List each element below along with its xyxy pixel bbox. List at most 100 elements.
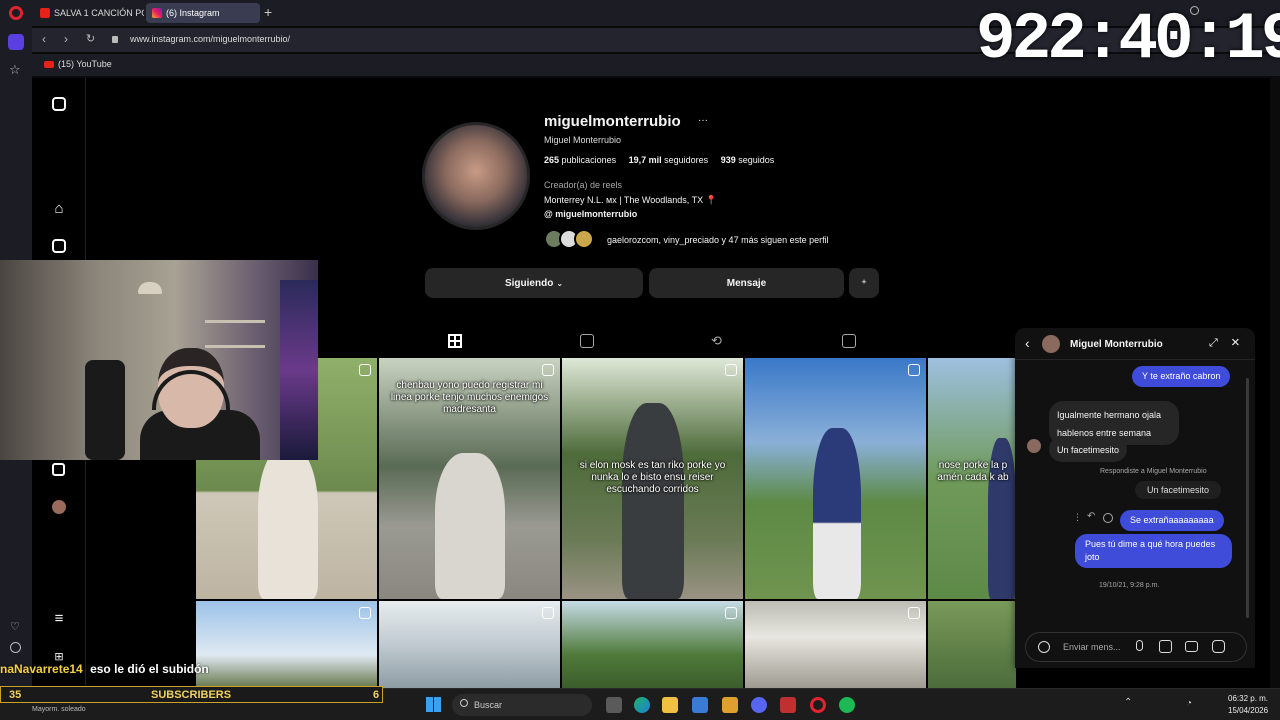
avatar[interactable] (1042, 335, 1060, 353)
task-view-icon[interactable] (606, 697, 622, 713)
post-tile-10[interactable] (928, 601, 1016, 688)
post-person (258, 448, 318, 599)
reel-icon (908, 607, 920, 619)
chevron-up-icon[interactable]: ⌃ (1124, 697, 1132, 708)
emoji-icon[interactable] (1038, 641, 1050, 653)
reels-icon[interactable] (50, 237, 68, 255)
gif-icon[interactable] (1185, 641, 1198, 652)
profile-avatar[interactable] (50, 498, 68, 516)
menu-icon[interactable]: ≡ (50, 610, 68, 628)
instagram-icon[interactable] (50, 95, 68, 113)
expand-icon[interactable]: ⤢ (1209, 337, 1218, 350)
home-icon[interactable] (8, 34, 24, 50)
post-tile-7[interactable] (379, 601, 560, 688)
file-explorer-icon[interactable] (662, 697, 678, 713)
image-icon[interactable] (1159, 640, 1172, 653)
back-icon[interactable]: ‹ (1025, 335, 1030, 351)
history-icon[interactable] (10, 642, 21, 653)
following-label[interactable]: seguidos (738, 155, 774, 165)
taskbar-time[interactable]: 06:32 p. m. (1228, 694, 1268, 703)
opera-icon[interactable] (810, 697, 826, 713)
message-bubble-received[interactable]: Un facetimesito (1049, 436, 1128, 462)
message-button[interactable]: Mensaje (649, 268, 844, 298)
sub-count-left: 35 (9, 689, 22, 701)
reel-icon (908, 364, 920, 376)
close-icon[interactable]: × (1231, 334, 1240, 351)
heart-icon[interactable]: ♡ (10, 620, 20, 633)
stream-chat-message: naNavarrete14 eso le dió el subidón (0, 662, 209, 680)
message-input[interactable]: Enviar mens... (1063, 642, 1121, 652)
star-icon[interactable]: ☆ (9, 62, 21, 78)
webcam-chair (85, 360, 125, 460)
emoji-react-icon[interactable] (1103, 513, 1113, 523)
bookmark-youtube[interactable]: (15) YouTube (44, 59, 112, 69)
reposts-tab-icon[interactable]: ⟲ (711, 333, 722, 349)
tab-instagram[interactable]: (6) Instagram (146, 3, 260, 23)
youtube-icon (44, 60, 54, 68)
network-icon[interactable]: ◔ (1186, 698, 1192, 709)
tagged-tab-icon[interactable] (842, 334, 856, 348)
following-count[interactable]: 939 (721, 155, 736, 165)
chat-title[interactable]: Miguel Monterrubio (1070, 339, 1163, 350)
reload-icon[interactable]: ↻ (86, 32, 95, 45)
spotify-icon[interactable] (839, 697, 855, 713)
home-icon[interactable]: ⌂ (50, 200, 68, 218)
post-tile-3[interactable]: si elon mosk es tan riko porke yo nunka … (562, 358, 743, 599)
tab-youtube[interactable]: SALVA 1 CANCIÓN POR C (34, 3, 144, 23)
windows-start-icon[interactable] (426, 697, 441, 712)
threads-icon: @ (544, 209, 556, 219)
post-tile-4[interactable] (745, 358, 926, 599)
url-field[interactable]: www.instagram.com/miguelmonterrubio/ (130, 34, 290, 44)
reel-icon (725, 607, 737, 619)
posts-count: 265 (544, 155, 560, 165)
followers-count[interactable]: 19,7 mil (629, 155, 662, 165)
microphone-icon[interactable] (1136, 640, 1143, 651)
reels-tab-icon[interactable] (580, 334, 594, 348)
post-person (622, 403, 684, 599)
sub-label: SUBSCRIBERS (151, 689, 232, 701)
sticker-icon[interactable] (1212, 640, 1225, 653)
post-tile-5[interactable]: nose porke la p amén cada k ab (928, 358, 1016, 599)
store-icon[interactable] (692, 697, 708, 713)
sub-count-right: 6 (373, 689, 380, 701)
profile-avatar[interactable] (422, 122, 530, 230)
reel-icon (359, 607, 371, 619)
app-icon[interactable] (780, 697, 796, 713)
new-tab-button[interactable]: + (264, 4, 272, 20)
followed-by-text[interactable]: gaelorozcom, viny_preciado y 47 más sigu… (607, 235, 829, 245)
dashboard-icon[interactable] (50, 461, 68, 479)
add-person-button[interactable]: ⁺ (849, 268, 879, 298)
reply-icon[interactable]: ↶ (1087, 511, 1095, 522)
discord-icon[interactable] (751, 697, 767, 713)
posts-grid-tab[interactable] (448, 334, 462, 348)
edge-icon[interactable] (634, 697, 650, 713)
threads-link[interactable]: @ miguelmonterrubio (544, 209, 637, 219)
profile-display-name: Miguel Monterrubio (544, 135, 622, 145)
more-options-icon[interactable]: ··· (698, 115, 708, 126)
opera-logo-icon[interactable] (9, 6, 23, 20)
chat-scrollbar[interactable] (1246, 378, 1249, 618)
followers-label[interactable]: seguidores (664, 155, 708, 165)
weather-text[interactable]: Mayorm. soleado (32, 706, 86, 713)
post-tile-9[interactable] (745, 601, 926, 688)
youtube-icon (40, 8, 50, 18)
post-caption: si elon mosk es tan riko porke yo nunka … (579, 460, 726, 495)
profile-stats: 265 publicaciones 19,7 mil seguidores 93… (544, 155, 774, 165)
post-tile-2[interactable]: chenbau yono puedo registrar mi linea po… (379, 358, 560, 599)
post-person (813, 428, 861, 599)
message-bubble-sent[interactable]: Se extrañaaaaaaaaa (1120, 510, 1224, 531)
back-icon[interactable]: ‹ (42, 32, 46, 46)
taskbar-date[interactable]: 15/04/2026 (1228, 706, 1268, 715)
post-tile-8[interactable] (562, 601, 743, 688)
message-bubble-sent[interactable]: Y te extraño cabron (1132, 366, 1231, 387)
following-button[interactable]: Siguiendo ⌄ (425, 268, 643, 298)
tab-label: SALVA 1 CANCIÓN POR C (54, 8, 144, 18)
taskbar-search[interactable]: Buscar (452, 694, 592, 716)
search-icon (460, 699, 468, 707)
reel-icon (542, 364, 554, 376)
forward-icon[interactable]: › (64, 32, 68, 46)
app-icon[interactable] (722, 697, 738, 713)
post-tile-6[interactable] (196, 601, 377, 688)
more-icon[interactable]: ⋮ (1073, 512, 1082, 523)
message-bubble-sent[interactable]: Pues tú dime a qué hora puedes joto (1075, 534, 1232, 568)
